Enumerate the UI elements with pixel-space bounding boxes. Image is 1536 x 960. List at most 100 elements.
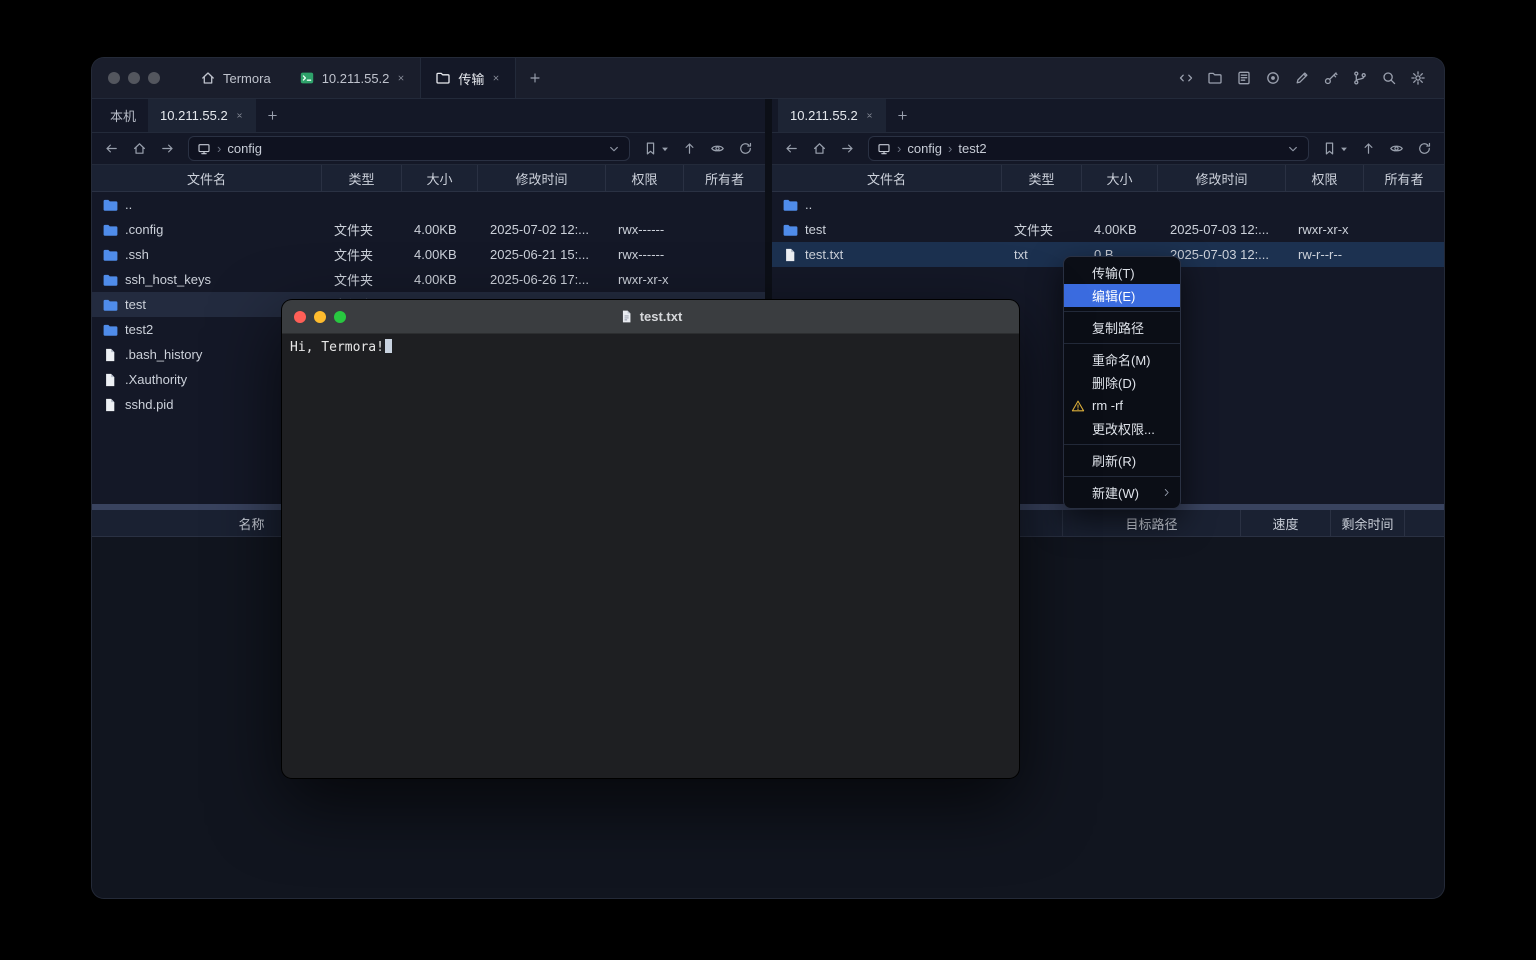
pane-tab-本机[interactable]: 本机 [98,99,148,132]
folder-icon[interactable] [1207,70,1223,86]
document-file-icon [782,247,798,263]
new-tab-button[interactable] [256,99,289,132]
column-header-0[interactable]: 文件名 [92,165,322,191]
file-permissions: rw-r--r-- [1286,247,1364,262]
zoom-button[interactable] [334,311,346,323]
column-header-3[interactable]: 修改时间 [478,165,606,191]
caret-down-icon[interactable] [1340,145,1348,153]
file-name: ssh_host_keys [125,272,211,287]
new-tab-button[interactable] [516,58,554,98]
branch-icon[interactable] [1352,70,1368,86]
home-icon[interactable] [132,141,147,156]
menu-item-更改权限...[interactable]: 更改权限... [1064,417,1180,440]
file-name: .. [125,197,132,212]
close-icon[interactable] [491,73,501,83]
breadcrumb-segment[interactable]: config [907,141,942,156]
column-header-1[interactable]: 类型 [322,165,402,191]
chevron-down-icon[interactable] [1286,142,1300,156]
file-row[interactable]: ssh_host_keys文件夹4.00KB2025-06-26 17:...r… [92,267,765,292]
caret-down-icon[interactable] [661,145,669,153]
close-button[interactable] [108,72,120,84]
key-icon[interactable] [1323,70,1339,86]
eye-icon[interactable] [1389,141,1404,156]
arrow-left-icon[interactable] [104,141,119,156]
menu-item-新建(W)[interactable]: 新建(W) [1064,481,1180,504]
breadcrumb[interactable]: ›config›test2 [868,136,1309,161]
main-tab-传输[interactable]: 传输 [420,58,516,98]
chevron-down-icon[interactable] [607,142,621,156]
nav-buttons [104,141,175,156]
editor-content[interactable]: Hi, Termora! [282,334,1019,778]
column-header-target-path[interactable]: 目标路径 [1063,510,1241,536]
code-icon[interactable] [1178,70,1194,86]
folder-file-icon [782,197,798,213]
arrow-up-icon[interactable] [1361,141,1376,156]
arrow-right-icon[interactable] [160,141,175,156]
settings-icon[interactable] [1410,70,1426,86]
file-name-cell: .. [772,197,1002,213]
column-header-5[interactable]: 所有者 [684,165,765,191]
menu-separator [1064,476,1180,477]
refresh-icon[interactable] [1417,141,1432,156]
menu-item-传输(T)[interactable]: 传输(T) [1064,261,1180,284]
refresh-icon[interactable] [738,141,753,156]
column-header-2[interactable]: 大小 [1082,165,1158,191]
menu-item-编辑(E)[interactable]: 编辑(E) [1064,284,1180,307]
file-row[interactable]: .ssh文件夹4.00KB2025-06-21 15:...rwx------ [92,242,765,267]
bookmark-icon[interactable] [1322,141,1337,156]
terminal-icon [299,70,315,86]
arrow-up-icon[interactable] [682,141,697,156]
breadcrumb-segment[interactable]: config [227,141,262,156]
file-table-header: 文件名类型大小修改时间权限所有者 [772,165,1444,192]
column-header-0[interactable]: 文件名 [772,165,1002,191]
editor-titlebar[interactable]: test.txt [282,300,1019,334]
column-header-1[interactable]: 类型 [1002,165,1082,191]
close-icon[interactable] [865,111,874,120]
menu-item-删除(D)[interactable]: 删除(D) [1064,371,1180,394]
file-row[interactable]: .. [92,192,765,217]
menu-item-复制路径[interactable]: 复制路径 [1064,316,1180,339]
column-header-2[interactable]: 大小 [402,165,478,191]
close-button[interactable] [294,311,306,323]
log-icon[interactable] [1236,70,1252,86]
breadcrumb-segments: ›config [217,141,262,156]
column-header-3[interactable]: 修改时间 [1158,165,1286,191]
column-header-4[interactable]: 权限 [606,165,684,191]
arrow-right-icon[interactable] [840,141,855,156]
record-icon[interactable] [1265,70,1281,86]
breadcrumb[interactable]: ›config [188,136,630,161]
file-row[interactable]: .config文件夹4.00KB2025-07-02 12:...rwx----… [92,217,765,242]
pane-tab-label: 本机 [110,106,136,125]
column-header-remaining-time[interactable]: 剩余时间 [1331,510,1405,536]
column-header-speed[interactable]: 速度 [1241,510,1331,536]
file-row[interactable]: .. [772,192,1444,217]
folder-file-icon [102,197,118,213]
file-name: .bash_history [125,347,202,362]
pane-tab-10.211.55.2[interactable]: 10.211.55.2 [148,99,256,132]
titlebar[interactable]: Termora10.211.55.2传输 [92,58,1444,99]
zoom-button[interactable] [148,72,160,84]
minimize-button[interactable] [314,311,326,323]
eye-icon[interactable] [710,141,725,156]
file-name-cell: .. [92,197,322,213]
menu-item-重命名(M)[interactable]: 重命名(M) [1064,348,1180,371]
column-header-4[interactable]: 权限 [1286,165,1364,191]
new-tab-button[interactable] [886,99,919,132]
main-tab-Termora[interactable]: Termora [186,58,285,98]
home-icon[interactable] [812,141,827,156]
column-header-5[interactable]: 所有者 [1364,165,1444,191]
close-icon[interactable] [396,73,406,83]
bookmark-icon[interactable] [643,141,658,156]
menu-item-刷新(R)[interactable]: 刷新(R) [1064,449,1180,472]
minimize-button[interactable] [128,72,140,84]
search-icon[interactable] [1381,70,1397,86]
pane-tab-10.211.55.2[interactable]: 10.211.55.2 [778,99,886,132]
main-tab-10.211.55.2[interactable]: 10.211.55.2 [285,58,421,98]
breadcrumb-segment[interactable]: test2 [958,141,986,156]
menu-item-rm -rf[interactable]: rm -rf [1064,394,1180,417]
pencil-icon[interactable] [1294,70,1310,86]
close-icon[interactable] [235,111,244,120]
arrow-left-icon[interactable] [784,141,799,156]
file-row[interactable]: test文件夹4.00KB2025-07-03 12:...rwxr-xr-x [772,217,1444,242]
file-permissions: rwxr-xr-x [606,272,684,287]
